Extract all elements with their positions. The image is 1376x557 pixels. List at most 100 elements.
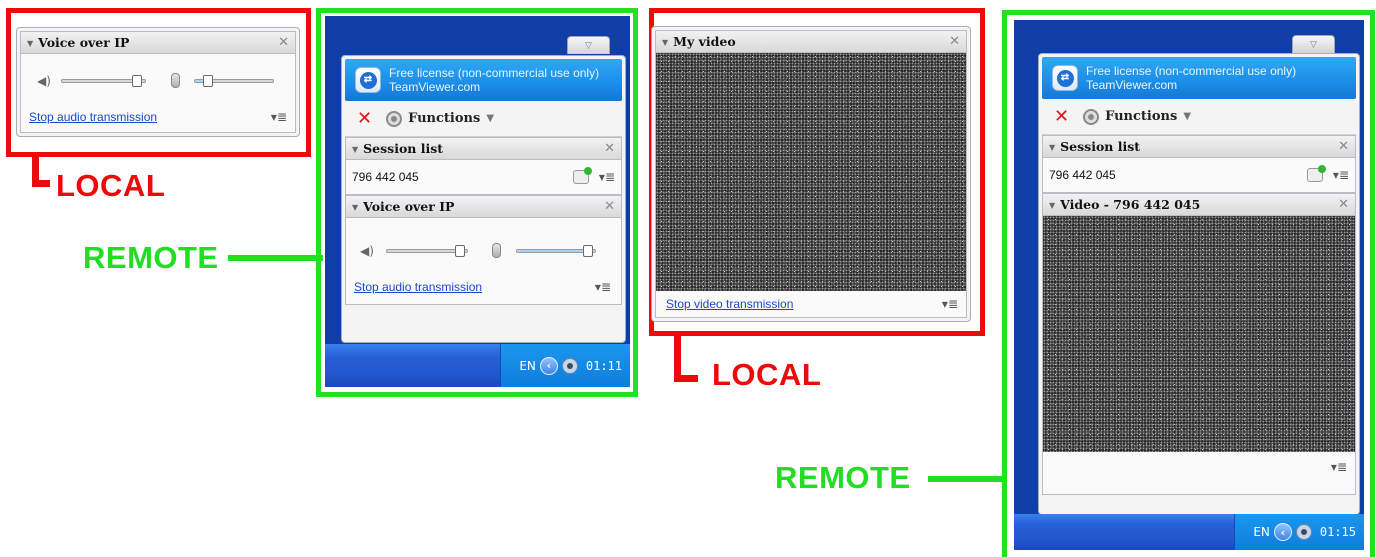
chevron-down-icon[interactable]: ▼ — [1183, 111, 1191, 122]
menu-icon[interactable]: ▾≣ — [599, 170, 615, 184]
session-list-widget: ▼ Session list ✕ 796 442 045 ▾≣ — [1042, 135, 1356, 193]
teamviewer-logo-icon: ⇄ — [1052, 65, 1078, 91]
local-voip-panel: ▼ Voice over IP ✕ ◀) Stop audio transmis… — [16, 27, 300, 137]
video-feed — [656, 53, 966, 291]
mic-volume-thumb[interactable] — [583, 245, 593, 257]
video-title: My video — [673, 34, 736, 49]
video-header[interactable]: ▼ My video ✕ — [656, 31, 966, 53]
functions-button[interactable]: Functions — [1105, 109, 1177, 124]
session-list-header[interactable]: ▼ Session list ✕ — [346, 138, 621, 160]
taskbar: EN ‹ 01:11 — [325, 344, 630, 387]
menu-icon[interactable]: ▾≣ — [1333, 168, 1349, 182]
red-x-icon[interactable]: ✕ — [1054, 106, 1069, 127]
session-id[interactable]: 796 442 045 — [1049, 168, 1116, 182]
close-icon[interactable]: ✕ — [278, 35, 289, 50]
remote-video-widget: ▼ Video - 796 442 045 ✕ ▾≣ — [1042, 193, 1356, 495]
gear-icon[interactable] — [1083, 108, 1100, 125]
video-widget: ▼ My video ✕ Stop video transmission ▾≣ — [655, 30, 967, 318]
teamviewer-logo-icon: ⇄ — [355, 67, 381, 93]
voip-title: Voice over IP — [38, 35, 130, 50]
voip-header[interactable]: ▼ Voice over IP ✕ — [21, 32, 295, 54]
voip-header[interactable]: ▼ Voice over IP ✕ — [346, 196, 621, 218]
clock: 01:11 — [585, 358, 622, 373]
collapse-triangle-icon[interactable]: ▼ — [352, 202, 358, 212]
speaker-volume-thumb[interactable] — [455, 245, 465, 257]
remote-video-title: Video - 796 442 045 — [1060, 197, 1201, 212]
voip-widget: ▼ Voice over IP ✕ ◀) Stop audio transmis… — [20, 31, 296, 133]
system-tray: EN ‹ 01:11 — [500, 344, 630, 387]
functions-button[interactable]: Functions — [408, 111, 480, 126]
collapse-triangle-icon[interactable]: ▼ — [27, 38, 33, 48]
microphone-icon[interactable] — [171, 73, 180, 88]
session-list-header[interactable]: ▼ Session list ✕ — [1043, 136, 1355, 158]
menu-icon[interactable]: ▾≣ — [942, 297, 958, 311]
mic-volume-slider[interactable] — [194, 75, 274, 87]
menu-icon[interactable]: ▾≣ — [595, 280, 611, 294]
close-icon[interactable]: ✕ — [604, 141, 615, 156]
license-line1: Free license (non-commercial use only) — [389, 66, 600, 80]
collapse-triangle-icon[interactable]: ▼ — [1049, 142, 1055, 152]
clock: 01:15 — [1319, 525, 1356, 539]
close-icon[interactable]: ✕ — [604, 199, 615, 214]
speaker-icon[interactable]: ◀) — [360, 244, 374, 258]
stop-audio-link[interactable]: Stop audio transmission — [29, 110, 157, 124]
mic-volume-slider[interactable] — [516, 245, 596, 257]
taskbar: EN ‹ 01:15 — [1014, 514, 1364, 550]
local-pointer-horizontal — [32, 180, 50, 187]
local-pointer-horizontal — [674, 375, 698, 382]
menu-icon[interactable]: ▾≣ — [271, 110, 287, 124]
microphone-icon[interactable] — [492, 243, 501, 258]
tray-speaker-icon[interactable] — [561, 357, 578, 374]
language-indicator[interactable]: EN — [1253, 525, 1270, 539]
functions-bar: ✕ Functions ▼ — [1042, 99, 1356, 135]
remote-video-feed — [1043, 216, 1355, 452]
collapse-triangle-icon[interactable]: ▼ — [662, 37, 668, 47]
remote-pointer-line — [928, 476, 1006, 482]
close-icon[interactable]: ✕ — [949, 34, 960, 49]
local-video-panel: ▼ My video ✕ Stop video transmission ▾≣ — [651, 26, 971, 322]
session-id[interactable]: 796 442 045 — [352, 170, 419, 184]
stop-video-link[interactable]: Stop video transmission — [666, 297, 793, 311]
teamviewer-panel: ⇄ Free license (non-commercial use only)… — [341, 55, 626, 343]
license-banner: ⇄ Free license (non-commercial use only)… — [345, 59, 622, 101]
panel-tab[interactable]: ▽ — [567, 36, 610, 54]
speaker-volume-slider[interactable] — [61, 75, 146, 87]
remote-pointer-line — [228, 255, 323, 261]
license-banner: ⇄ Free license (non-commercial use only)… — [1042, 57, 1356, 99]
collapse-triangle-icon[interactable]: ▼ — [352, 144, 358, 154]
red-x-icon[interactable]: ✕ — [357, 108, 372, 129]
tray-speaker-icon[interactable] — [1295, 524, 1312, 540]
license-line2: TeamViewer.com — [1086, 78, 1178, 92]
speaker-volume-thumb[interactable] — [132, 75, 142, 87]
close-icon[interactable]: ✕ — [1338, 139, 1349, 154]
stop-audio-link[interactable]: Stop audio transmission — [354, 280, 482, 294]
gear-icon[interactable] — [386, 110, 403, 127]
license-line2: TeamViewer.com — [389, 80, 481, 94]
language-indicator[interactable]: EN — [519, 359, 536, 373]
session-connect-icon[interactable] — [572, 167, 592, 184]
tray-arrow-icon[interactable]: ‹ — [539, 356, 558, 375]
speaker-icon[interactable]: ◀) — [37, 74, 51, 88]
voip-title: Voice over IP — [363, 199, 455, 214]
license-line1: Free license (non-commercial use only) — [1086, 64, 1297, 78]
session-list-title: Session list — [363, 141, 444, 156]
panel-tab[interactable]: ▽ — [1292, 35, 1335, 53]
remote-video-header[interactable]: ▼ Video - 796 442 045 ✕ — [1043, 194, 1355, 216]
collapse-triangle-icon[interactable]: ▼ — [1049, 200, 1055, 210]
menu-icon[interactable]: ▾≣ — [1331, 460, 1347, 474]
session-list-widget: ▼ Session list ✕ 796 442 045 ▾≣ — [345, 137, 622, 195]
chevron-down-icon[interactable]: ▼ — [486, 113, 494, 124]
tray-arrow-icon[interactable]: ‹ — [1273, 523, 1292, 541]
mic-volume-thumb[interactable] — [203, 75, 213, 87]
remote-desktop: ▽ ⇄ Free license (non-commercial use onl… — [325, 16, 630, 387]
system-tray: EN ‹ 01:15 — [1234, 514, 1364, 550]
session-connect-icon[interactable] — [1306, 165, 1326, 182]
speaker-volume-slider[interactable] — [386, 245, 468, 257]
functions-bar: ✕ Functions ▼ — [345, 101, 622, 137]
close-icon[interactable]: ✕ — [1338, 197, 1349, 212]
remote-desktop: ▽ ⇄ Free license (non-commercial use onl… — [1014, 20, 1364, 550]
teamviewer-panel: ⇄ Free license (non-commercial use only)… — [1038, 53, 1360, 515]
remote-label: REMOTE — [775, 460, 911, 495]
session-list-title: Session list — [1060, 139, 1141, 154]
local-label: LOCAL — [56, 168, 166, 203]
